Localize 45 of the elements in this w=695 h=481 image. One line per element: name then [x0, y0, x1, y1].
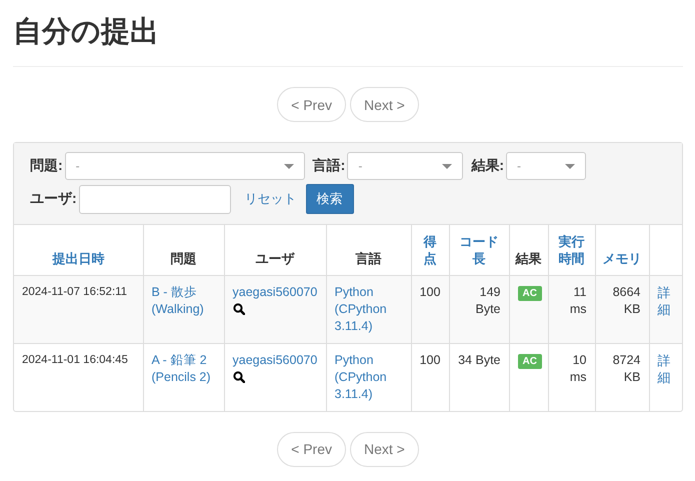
time-cell: 10 ms: [570, 352, 586, 384]
caret-icon: [442, 164, 452, 168]
user-link[interactable]: yaegasi560070: [232, 284, 318, 298]
caret-icon: [284, 164, 294, 168]
column-header: 言語: [354, 250, 382, 266]
result-select[interactable]: -: [506, 152, 586, 180]
language-link[interactable]: Python (CPython 3.11.4): [334, 352, 402, 402]
filter-label: 結果:: [471, 157, 504, 175]
filter-label: ユーザ:: [30, 190, 77, 208]
user-link[interactable]: yaegasi560070: [232, 352, 318, 366]
memory-cell: 8724 KB: [612, 352, 640, 384]
detail-link[interactable]: 詳細: [658, 352, 670, 386]
sort-link[interactable]: コード長: [456, 232, 502, 266]
time-cell: 11 ms: [570, 284, 586, 316]
result-badge: AC: [518, 286, 542, 300]
date-cell: 2024-11-01 16:04:45: [22, 354, 128, 366]
search-icon[interactable]: [232, 302, 244, 314]
score-cell: 100: [420, 352, 440, 366]
sort-link[interactable]: メモリ: [602, 250, 642, 266]
result-badge: AC: [518, 354, 542, 368]
problem-link[interactable]: A - 鉛筆 2 (Pencils 2): [152, 352, 216, 386]
search-icon[interactable]: [232, 370, 244, 382]
language-link[interactable]: Python (CPython 3.11.4): [334, 284, 402, 334]
memory-cell: 8664 KB: [612, 284, 640, 316]
problem-link[interactable]: B - 散歩 (Walking): [152, 284, 216, 318]
score-cell: 100: [420, 284, 440, 298]
caret-icon: [565, 164, 576, 168]
reset-link[interactable]: リセット: [244, 190, 297, 208]
page-title: 自分の提出: [13, 15, 160, 50]
sort-link[interactable]: 得点: [418, 232, 442, 266]
detail-link[interactable]: 詳細: [658, 284, 670, 318]
date-cell: 2024-11-07 16:52:11: [22, 286, 128, 298]
code-length-cell: 34 Byte: [458, 352, 500, 366]
code-length-cell: 149 Byte: [475, 284, 500, 316]
column-header: 結果: [516, 250, 542, 266]
user-input-field[interactable]: [78, 184, 231, 214]
sort-link[interactable]: 提出日時: [20, 250, 136, 266]
filter-label: 言語:: [312, 157, 346, 175]
search-button[interactable]: 検索: [306, 184, 354, 214]
filter-label: 問題:: [30, 157, 63, 175]
column-header: 問題: [170, 250, 198, 266]
problem-select[interactable]: -: [64, 152, 305, 180]
column-header: ユーザ: [254, 250, 296, 266]
sort-link[interactable]: 実行時間: [554, 232, 588, 266]
language-select[interactable]: -: [347, 152, 464, 180]
